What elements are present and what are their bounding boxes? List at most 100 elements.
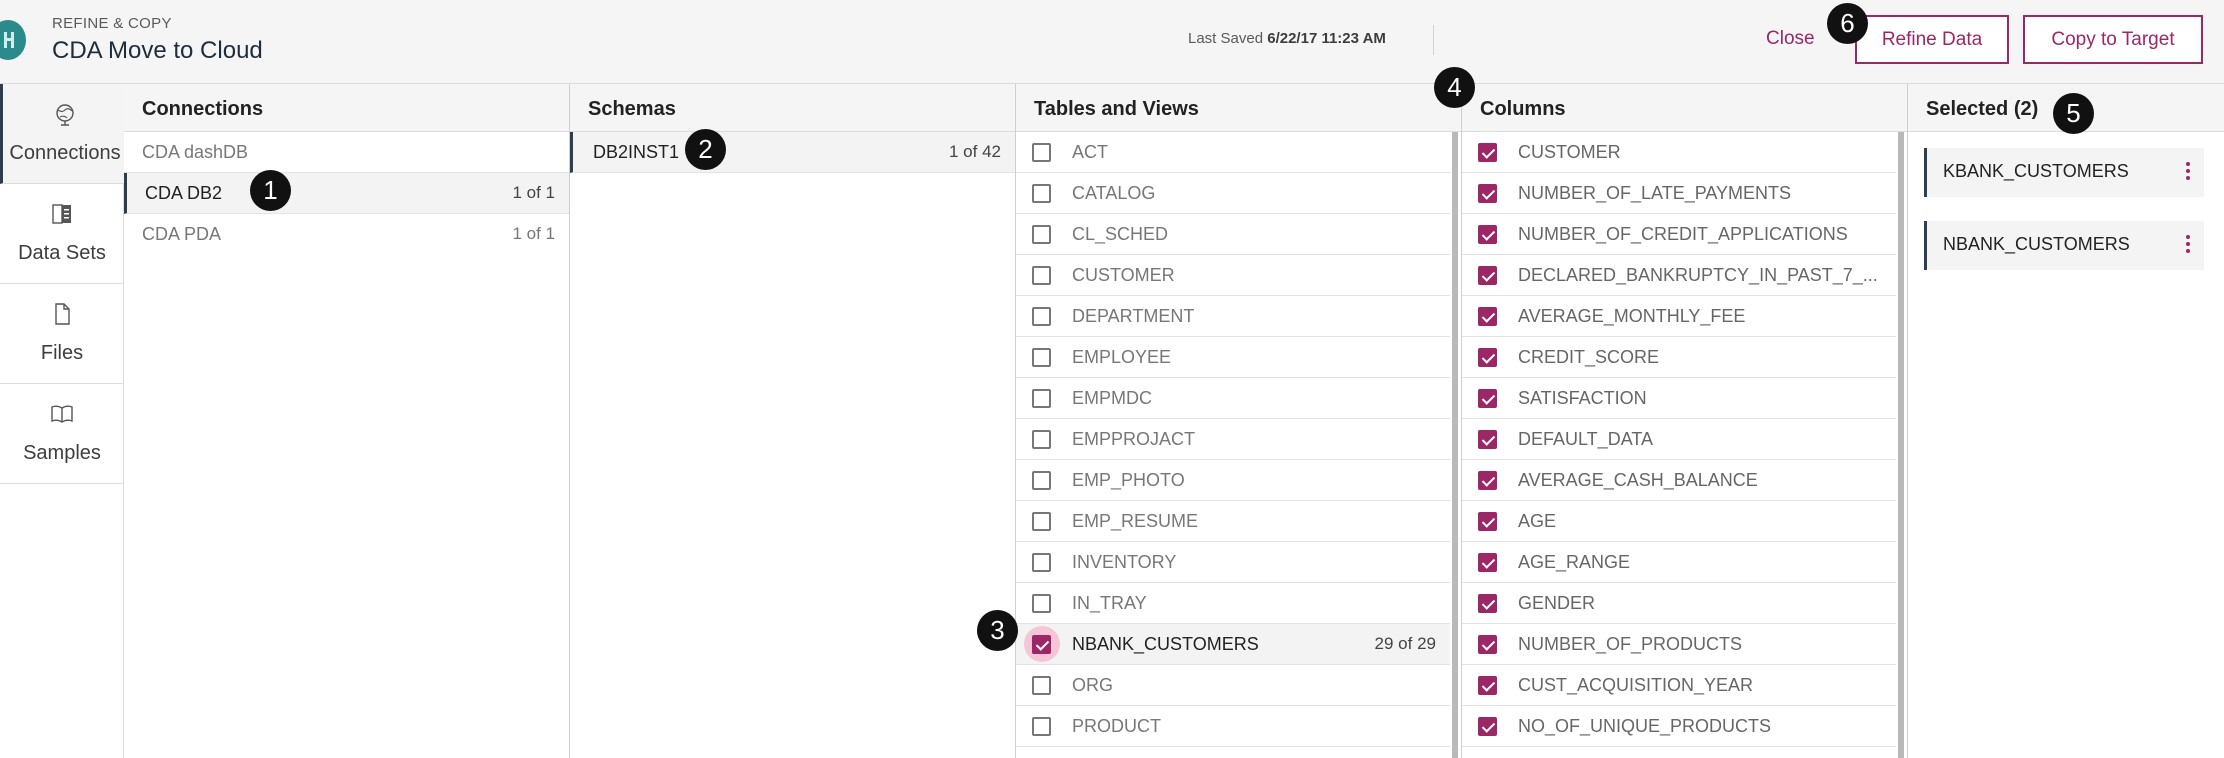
table-checkbox[interactable] — [1032, 225, 1051, 244]
table-row[interactable]: ORG — [1016, 665, 1450, 706]
column-checkbox[interactable] — [1478, 553, 1497, 572]
table-checkbox[interactable] — [1032, 307, 1051, 326]
connection-item[interactable]: CDA PDA 1 of 1 — [124, 214, 569, 255]
column-row[interactable]: GENDER — [1462, 583, 1896, 624]
table-checkbox[interactable] — [1032, 471, 1051, 490]
column-row[interactable]: DECLARED_BANKRUPTCY_IN_PAST_7_... — [1462, 255, 1896, 296]
table-checkbox[interactable] — [1032, 512, 1051, 531]
nav-item-samples[interactable]: Samples — [0, 384, 124, 484]
column-name: DEFAULT_DATA — [1518, 429, 1654, 449]
nav-item-files[interactable]: Files — [0, 284, 124, 384]
table-name: EMPMDC — [1072, 388, 1152, 408]
globe-icon — [56, 104, 74, 126]
table-row[interactable]: NBANK_CUSTOMERS 29 of 29 — [1016, 624, 1450, 665]
column-row[interactable]: NUMBER_OF_PRODUCTS — [1462, 624, 1896, 665]
columns-panel: Columns CUSTOMER NUMBER_OF_LATE_PAYMENTS N… — [1462, 84, 1908, 758]
selected-table-card[interactable]: NBANK_CUSTOMERS — [1924, 221, 2204, 270]
table-row[interactable]: DEPARTMENT — [1016, 296, 1450, 337]
column-row[interactable]: AVERAGE_CASH_BALANCE — [1462, 460, 1896, 501]
table-name: EMP_PHOTO — [1072, 470, 1185, 490]
table-name: PRODUCT — [1072, 716, 1161, 736]
callout-marker-1: 1 — [250, 170, 291, 211]
column-checkbox[interactable] — [1478, 594, 1497, 613]
table-row[interactable]: EMPMDC — [1016, 378, 1450, 419]
table-checkbox[interactable] — [1032, 676, 1051, 695]
tables-scrollbar[interactable] — [1452, 132, 1458, 758]
column-checkbox[interactable] — [1478, 635, 1497, 654]
table-checkbox[interactable] — [1032, 184, 1051, 203]
table-row[interactable]: EMP_PHOTO — [1016, 460, 1450, 501]
column-row[interactable]: AGE — [1462, 501, 1896, 542]
column-name: NO_OF_UNIQUE_PRODUCTS — [1518, 716, 1772, 736]
refine-data-button[interactable]: Refine Data — [1855, 15, 2009, 64]
column-checkbox[interactable] — [1478, 717, 1497, 736]
connection-item[interactable]: CDA dashDB — [124, 132, 569, 173]
callout-marker-6: 6 — [1827, 3, 1868, 44]
table-row[interactable]: CUSTOMER — [1016, 255, 1450, 296]
column-row[interactable]: CUSTOMER — [1462, 132, 1896, 173]
callout-marker-4: 4 — [1434, 67, 1475, 108]
selected-table-card[interactable]: KBANK_CUSTOMERS — [1924, 148, 2204, 197]
table-row[interactable]: EMPPROJACT — [1016, 419, 1450, 460]
app-logo-icon[interactable] — [0, 20, 26, 60]
table-checkbox[interactable] — [1032, 389, 1051, 408]
nav-item-data-sets[interactable]: Data Sets — [0, 184, 124, 284]
column-checkbox[interactable] — [1478, 184, 1497, 203]
column-row[interactable]: NUMBER_OF_LATE_PAYMENTS — [1462, 173, 1896, 214]
schema-item-selected[interactable]: DB2INST1 1 of 42 — [570, 132, 1015, 173]
column-checkbox[interactable] — [1478, 676, 1497, 695]
table-checkbox[interactable] — [1032, 266, 1051, 285]
connection-name: CDA dashDB — [142, 142, 249, 162]
table-checkbox[interactable] — [1032, 717, 1051, 736]
table-name: ACT — [1072, 142, 1108, 162]
table-checkbox[interactable] — [1032, 348, 1051, 367]
column-row[interactable]: CUST_ACQUISITION_YEAR — [1462, 665, 1896, 706]
table-row[interactable]: EMPLOYEE — [1016, 337, 1450, 378]
column-checkbox[interactable] — [1478, 348, 1497, 367]
last-saved-label: Last Saved — [1188, 30, 1264, 47]
copy-to-target-button[interactable]: Copy to Target — [2023, 15, 2203, 64]
column-name: NUMBER_OF_LATE_PAYMENTS — [1518, 183, 1792, 203]
overflow-menu-icon[interactable] — [2186, 235, 2190, 257]
close-button[interactable]: Close — [1766, 28, 1815, 50]
column-checkbox[interactable] — [1478, 266, 1497, 285]
table-name: NBANK_CUSTOMERS — [1072, 634, 1259, 654]
column-checkbox[interactable] — [1478, 471, 1497, 490]
table-name: ORG — [1072, 675, 1114, 695]
column-row[interactable]: AGE_RANGE — [1462, 542, 1896, 583]
column-row[interactable]: DEFAULT_DATA — [1462, 419, 1896, 460]
table-row[interactable]: CL_SCHED — [1016, 214, 1450, 255]
columns-scrollbar[interactable] — [1898, 132, 1904, 758]
table-checkbox[interactable] — [1032, 553, 1051, 572]
table-row[interactable]: EMP_RESUME — [1016, 501, 1450, 542]
table-checkbox[interactable] — [1032, 594, 1051, 613]
column-checkbox[interactable] — [1478, 430, 1497, 449]
table-row[interactable]: INVENTORY — [1016, 542, 1450, 583]
overflow-menu-icon[interactable] — [2186, 162, 2190, 184]
table-checkbox[interactable] — [1032, 430, 1051, 449]
column-row[interactable]: SATISFACTION — [1462, 378, 1896, 419]
table-checkbox[interactable] — [1032, 143, 1051, 162]
column-row[interactable]: AVERAGE_MONTHLY_FEE — [1462, 296, 1896, 337]
column-row[interactable]: CREDIT_SCORE — [1462, 337, 1896, 378]
schemas-panel: Schemas DB2INST1 1 of 42 — [570, 84, 1016, 758]
column-checkbox[interactable] — [1478, 143, 1497, 162]
table-name: CL_SCHED — [1072, 224, 1169, 244]
table-row[interactable]: IN_TRAY — [1016, 583, 1450, 624]
connection-item-selected[interactable]: CDA DB2 1 of 1 — [124, 173, 569, 214]
column-checkbox[interactable] — [1478, 225, 1497, 244]
table-row[interactable]: ACT — [1016, 132, 1450, 173]
column-row[interactable]: NUMBER_OF_CREDIT_APPLICATIONS — [1462, 214, 1896, 255]
source-type-nav: Connections Data Sets Files Samples — [0, 84, 124, 758]
column-name: AGE — [1518, 511, 1557, 531]
column-row[interactable]: NO_OF_UNIQUE_PRODUCTS — [1462, 706, 1896, 747]
column-checkbox[interactable] — [1478, 389, 1497, 408]
table-row[interactable]: CATALOG — [1016, 173, 1450, 214]
column-checkbox[interactable] — [1478, 512, 1497, 531]
column-name: NUMBER_OF_PRODUCTS — [1518, 634, 1743, 654]
table-row[interactable]: PRODUCT — [1016, 706, 1450, 747]
column-checkbox[interactable] — [1478, 307, 1497, 326]
nav-item-connections[interactable]: Connections — [0, 84, 124, 184]
table-checkbox[interactable] — [1032, 635, 1051, 654]
page-eyebrow: REFINE & COPY — [52, 15, 172, 32]
